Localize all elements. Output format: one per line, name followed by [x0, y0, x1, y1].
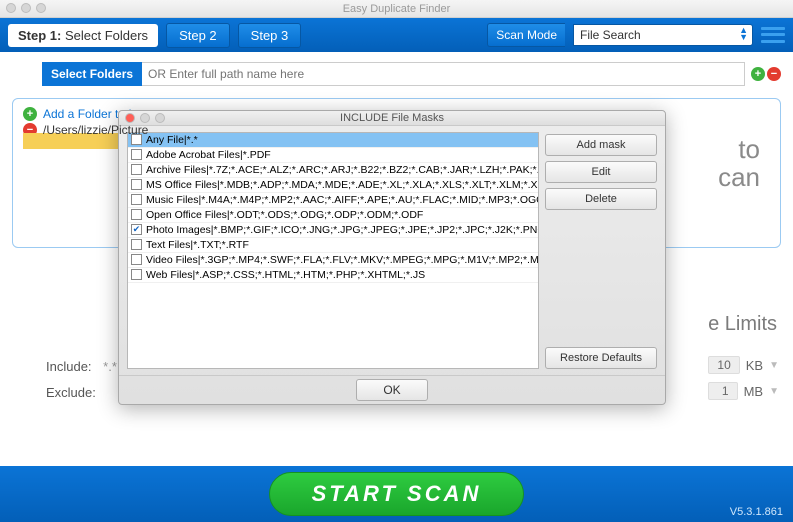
step-2-tab[interactable]: Step 2: [166, 23, 230, 48]
file-mask-text: Adobe Acrobat Files|*.PDF: [146, 149, 271, 161]
step-1-prefix: Step 1:: [18, 28, 61, 43]
include-size-unit[interactable]: KB: [746, 358, 763, 373]
file-mask-row[interactable]: Archive Files|*.7Z;*.ACE;*.ALZ;*.ARC;*.A…: [128, 163, 538, 178]
remove-path-icon[interactable]: −: [767, 67, 781, 81]
add-folder-icon: +: [23, 107, 37, 121]
edit-mask-button[interactable]: Edit: [545, 161, 657, 183]
step-1-label: Select Folders: [65, 28, 148, 43]
delete-mask-button[interactable]: Delete: [545, 188, 657, 210]
file-mask-checkbox[interactable]: [131, 164, 142, 175]
window-titlebar: Easy Duplicate Finder: [0, 0, 793, 18]
include-label: Include:: [46, 359, 92, 374]
folder-path-row: Select Folders + −: [42, 62, 781, 86]
zoom-window-icon[interactable]: [36, 3, 46, 13]
scan-mode-label: Scan Mode: [487, 23, 565, 47]
drop-hint-text: to can: [718, 135, 760, 191]
exclude-size-control: 1 MB ▼: [708, 382, 779, 400]
menu-icon[interactable]: [761, 25, 785, 45]
file-mask-text: Web Files|*.ASP;*.CSS;*.HTML;*.HTM;*.PHP…: [146, 269, 425, 281]
dialog-titlebar: INCLUDE File Masks: [119, 111, 665, 126]
top-toolbar: Step 1: Select Folders Step 2 Step 3 Sca…: [0, 18, 793, 52]
file-mask-text: Photo Images|*.BMP;*.GIF;*.ICO;*.JNG;*.J…: [146, 224, 538, 236]
add-mask-button[interactable]: Add mask: [545, 134, 657, 156]
file-mask-text: Text Files|*.TXT;*.RTF: [146, 239, 249, 251]
dialog-zoom-icon[interactable]: [155, 113, 165, 123]
file-mask-row[interactable]: Music Files|*.M4A;*.M4P;*.MP2;*.AAC;*.AI…: [128, 193, 538, 208]
file-mask-text: Music Files|*.M4A;*.M4P;*.MP2;*.AAC;*.AI…: [146, 194, 538, 206]
file-mask-checkbox[interactable]: [131, 194, 142, 205]
file-mask-text: Any File|*.*: [146, 134, 198, 146]
file-mask-checkbox[interactable]: [131, 239, 142, 250]
file-mask-checkbox[interactable]: [131, 269, 142, 280]
file-mask-checkbox[interactable]: ✔: [131, 224, 142, 235]
dialog-traffic-lights: [125, 113, 165, 123]
file-mask-row[interactable]: Web Files|*.ASP;*.CSS;*.HTML;*.HTM;*.PHP…: [128, 268, 538, 283]
file-mask-row[interactable]: Any File|*.*: [128, 133, 538, 148]
file-mask-row[interactable]: ✔ Photo Images|*.BMP;*.GIF;*.ICO;*.JNG;*.…: [128, 223, 538, 238]
dialog-body: Any File|*.* Adobe Acrobat Files|*.PDF Arc…: [119, 126, 665, 375]
dialog-side-buttons: Add mask Edit Delete Restore Defaults: [545, 132, 657, 369]
window-title: Easy Duplicate Finder: [0, 3, 793, 15]
dialog-title: INCLUDE File Masks: [119, 112, 665, 124]
select-folders-label: Select Folders: [42, 62, 142, 86]
include-file-masks-dialog: INCLUDE File Masks Any File|*.* Adobe Acr…: [118, 110, 666, 405]
exclude-label: Exclude:: [46, 385, 96, 400]
file-mask-list[interactable]: Any File|*.* Adobe Acrobat Files|*.PDF Arc…: [127, 132, 539, 369]
version-label: V5.3.1.861: [730, 506, 783, 518]
include-row: Include: *.*: [46, 359, 117, 374]
path-add-remove: + −: [751, 67, 781, 81]
scan-mode-select[interactable]: File Search ▲▼: [573, 24, 753, 46]
window-traffic-lights: [6, 3, 46, 13]
scan-mode-value: File Search: [580, 28, 641, 42]
file-mask-text: Archive Files|*.7Z;*.ACE;*.ALZ;*.ARC;*.A…: [146, 164, 538, 176]
step-3-tab[interactable]: Step 3: [238, 23, 302, 48]
chevron-down-icon[interactable]: ▼: [769, 360, 779, 371]
file-mask-checkbox[interactable]: [131, 209, 142, 220]
exclude-row: Exclude:: [46, 385, 96, 400]
exclude-size-value[interactable]: 1: [708, 382, 738, 400]
add-path-icon[interactable]: +: [751, 67, 765, 81]
size-limits-heading: e Limits: [708, 313, 777, 336]
file-mask-checkbox[interactable]: [131, 254, 142, 265]
drop-hint-line2: can: [718, 163, 760, 191]
dialog-footer: OK: [119, 375, 665, 404]
file-mask-row[interactable]: Video Files|*.3GP;*.MP4;*.SWF;*.FLA;*.FL…: [128, 253, 538, 268]
folder-path-text: /Users/lizzie/Picture: [43, 123, 148, 137]
include-size-value[interactable]: 10: [708, 356, 739, 374]
restore-defaults-button[interactable]: Restore Defaults: [545, 347, 657, 369]
file-mask-row[interactable]: Text Files|*.TXT;*.RTF: [128, 238, 538, 253]
close-window-icon[interactable]: [6, 3, 16, 13]
updown-arrows-icon: ▲▼: [739, 27, 748, 41]
file-mask-checkbox[interactable]: [131, 149, 142, 160]
step-1-tab[interactable]: Step 1: Select Folders: [8, 24, 158, 47]
include-pattern: *.*: [103, 359, 117, 374]
chevron-down-icon[interactable]: ▼: [769, 386, 779, 397]
start-scan-button[interactable]: START SCAN: [269, 472, 525, 516]
file-mask-text: Video Files|*.3GP;*.MP4;*.SWF;*.FLA;*.FL…: [146, 254, 538, 266]
file-mask-row[interactable]: Open Office Files|*.ODT;*.ODS;*.ODG;*.OD…: [128, 208, 538, 223]
ok-button[interactable]: OK: [356, 379, 427, 401]
exclude-size-unit[interactable]: MB: [744, 384, 764, 399]
bottom-bar: START SCAN V5.3.1.861: [0, 466, 793, 522]
file-mask-text: MS Office Files|*.MDB;*.ADP;*.MDA;*.MDE;…: [146, 179, 538, 191]
file-mask-row[interactable]: MS Office Files|*.MDB;*.ADP;*.MDA;*.MDE;…: [128, 178, 538, 193]
file-mask-text: Open Office Files|*.ODT;*.ODS;*.ODG;*.OD…: [146, 209, 423, 221]
drop-hint-line1: to: [718, 135, 760, 163]
dialog-close-icon[interactable]: [125, 113, 135, 123]
include-size-control: 10 KB ▼: [708, 356, 779, 374]
folder-path-input[interactable]: [142, 62, 745, 86]
minimize-window-icon[interactable]: [21, 3, 31, 13]
file-mask-row[interactable]: Adobe Acrobat Files|*.PDF: [128, 148, 538, 163]
file-mask-checkbox[interactable]: [131, 179, 142, 190]
dialog-minimize-icon[interactable]: [140, 113, 150, 123]
